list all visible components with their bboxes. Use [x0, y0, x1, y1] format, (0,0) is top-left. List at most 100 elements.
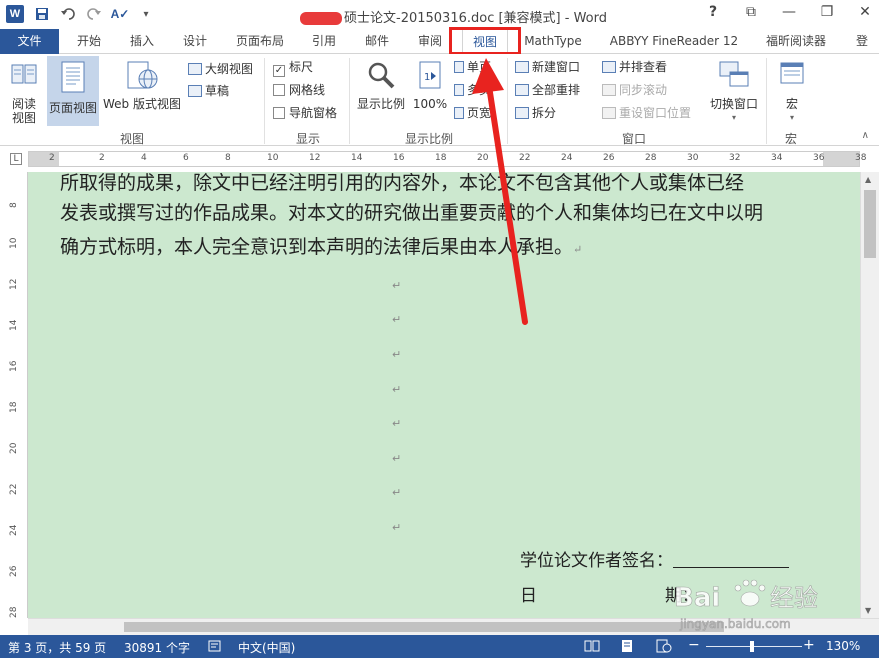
- vertical-ruler-tick-label: 28: [9, 606, 19, 618]
- page-count[interactable]: 第 3 页，共 59 页: [8, 639, 106, 656]
- tab-file[interactable]: 文件: [0, 29, 59, 54]
- switch-windows-button[interactable]: 切换窗口 ▾: [706, 60, 762, 125]
- print-layout-button[interactable]: 页面视图: [47, 56, 99, 126]
- zoom-in-icon[interactable]: +: [803, 637, 815, 653]
- ruler-right-margin: [823, 152, 859, 166]
- page-icon: [47, 60, 99, 97]
- ruler-tick-label: 6: [183, 153, 189, 163]
- web-layout-status-icon[interactable]: [656, 639, 672, 656]
- zoom-button[interactable]: 显示比例: [355, 60, 407, 111]
- switch-windows-icon: [706, 60, 762, 93]
- scroll-thumb[interactable]: [864, 190, 876, 258]
- reset-position-icon: [602, 107, 616, 119]
- tab-mathtype[interactable]: MathType: [520, 29, 586, 54]
- draft-button[interactable]: 草稿: [188, 82, 229, 100]
- tab-insert[interactable]: 插入: [122, 29, 162, 54]
- save-icon[interactable]: [34, 6, 50, 22]
- web-layout-button[interactable]: Web 版式视图: [101, 60, 183, 111]
- horizontal-ruler[interactable]: 2 2 4 6 8 10 12 14 16 18 20 22 24 26 28 30 32 34 36 38: [28, 151, 866, 167]
- arrange-all-button[interactable]: 全部重排: [515, 81, 580, 99]
- scroll-down-icon[interactable]: ▼: [865, 606, 871, 615]
- vertical-ruler-tick-label: 26: [9, 565, 19, 577]
- tab-home[interactable]: 开始: [69, 29, 109, 54]
- customize-qat-icon[interactable]: ▾: [138, 6, 154, 22]
- tab-abbyy[interactable]: ABBYY FineReader 12: [606, 29, 742, 54]
- group-label-views: 视图: [120, 132, 145, 146]
- vertical-ruler-tick-label: 22: [9, 483, 19, 495]
- macros-button[interactable]: 宏 ▾: [772, 60, 812, 125]
- zoom-100-button[interactable]: 1 100%: [410, 60, 450, 111]
- sync-scroll-icon: [602, 84, 616, 96]
- read-mode-button[interactable]: 阅读 视图: [4, 60, 44, 125]
- split-label: 拆分: [532, 106, 557, 120]
- vertical-ruler-tick-label: 16: [9, 360, 19, 372]
- tab-selector[interactable]: L: [10, 153, 22, 165]
- page-100-icon: 1: [410, 60, 450, 93]
- page-width-button[interactable]: 页宽: [454, 104, 491, 122]
- paragraph-text: 确方式标明，本人完全意识到本声明的法律后果由本人承担。: [60, 236, 574, 258]
- ruler-tick-label: 16: [393, 153, 405, 163]
- group-label-zoom: 显示比例: [405, 132, 454, 146]
- chevron-down-icon: ▾: [731, 113, 736, 122]
- help-icon[interactable]: ?: [705, 4, 721, 20]
- restore-icon[interactable]: ❐: [819, 4, 835, 20]
- multi-page-icon: [454, 84, 464, 96]
- draft-label: 草稿: [205, 84, 230, 98]
- zoom-slider-thumb[interactable]: [750, 641, 755, 652]
- outline-button[interactable]: 大纲视图: [188, 60, 253, 78]
- redo-icon[interactable]: [86, 6, 102, 22]
- language-indicator[interactable]: 中文(中国): [238, 639, 295, 656]
- proofing-icon[interactable]: [208, 639, 222, 656]
- side-by-side-label: 并排查看: [619, 60, 668, 74]
- one-page-button[interactable]: 单页: [454, 58, 491, 76]
- tab-mailings[interactable]: 邮件: [357, 29, 397, 54]
- arrange-all-icon: [515, 84, 529, 96]
- group-separator: [507, 58, 508, 144]
- ruler-tick-label: 8: [225, 153, 231, 163]
- gridlines-label: 网格线: [289, 83, 326, 97]
- print-layout-status-icon[interactable]: [620, 639, 634, 656]
- close-icon[interactable]: ✕: [857, 4, 873, 20]
- svg-text:经验: 经验: [770, 584, 818, 612]
- gridlines-checkbox[interactable]: 网格线: [273, 81, 325, 99]
- tab-login[interactable]: 登: [850, 29, 874, 54]
- split-button[interactable]: 拆分: [515, 104, 556, 122]
- ribbon-display-options-icon[interactable]: ⧉: [743, 4, 759, 20]
- ruler-tick-label: 34: [771, 153, 783, 163]
- tab-references[interactable]: 引用: [304, 29, 344, 54]
- zoom-level[interactable]: 130%: [826, 639, 860, 653]
- vertical-scrollbar[interactable]: ▲ ▼: [860, 172, 879, 618]
- nav-pane-checkbox[interactable]: 导航窗格: [273, 104, 337, 122]
- collapse-ribbon-icon[interactable]: ∧: [862, 130, 869, 141]
- vertical-ruler[interactable]: 8 10 12 14 16 18 20 22 24 26 28: [0, 172, 28, 618]
- side-by-side-button[interactable]: 并排查看: [602, 58, 667, 76]
- document-area[interactable]: 所取得的成果，除文中已经注明引用的内容外，本论文不包含其他个人或集体已经 发表或…: [28, 172, 860, 618]
- paragraph-mark: ↵: [392, 383, 402, 396]
- page-width-label: 页宽: [467, 106, 492, 120]
- scroll-up-icon[interactable]: ▲: [865, 175, 871, 184]
- hscroll-thumb[interactable]: [124, 622, 724, 632]
- tab-foxit[interactable]: 福昕阅读器: [760, 29, 832, 54]
- paragraph-mark: ↵: [392, 279, 402, 292]
- tab-review[interactable]: 审阅: [410, 29, 450, 54]
- undo-icon[interactable]: [60, 6, 76, 22]
- new-window-label: 新建窗口: [532, 60, 581, 74]
- one-page-icon: [454, 61, 464, 73]
- spelling-icon[interactable]: A✓: [111, 6, 130, 22]
- zoom-out-icon[interactable]: −: [688, 637, 700, 653]
- sync-scroll-button[interactable]: 同步滚动: [602, 81, 667, 99]
- tab-page-layout[interactable]: 页面布局: [228, 29, 292, 54]
- multi-page-button[interactable]: 多页: [454, 81, 491, 99]
- new-window-button[interactable]: 新建窗口: [515, 58, 580, 76]
- minimize-icon[interactable]: —: [781, 4, 797, 20]
- word-app-icon[interactable]: W: [6, 5, 24, 23]
- reset-position-button[interactable]: 重设窗口位置: [602, 104, 691, 122]
- vertical-ruler-tick-label: 18: [9, 401, 19, 413]
- group-label-show: 显示: [296, 132, 321, 146]
- ruler-checkbox[interactable]: ✓ 标尺: [273, 58, 313, 77]
- ruler-tick-label: 10: [267, 153, 279, 163]
- group-separator: [264, 58, 265, 144]
- tab-design[interactable]: 设计: [175, 29, 215, 54]
- word-count[interactable]: 30891 个字: [124, 639, 190, 656]
- read-mode-status-icon[interactable]: [584, 639, 600, 656]
